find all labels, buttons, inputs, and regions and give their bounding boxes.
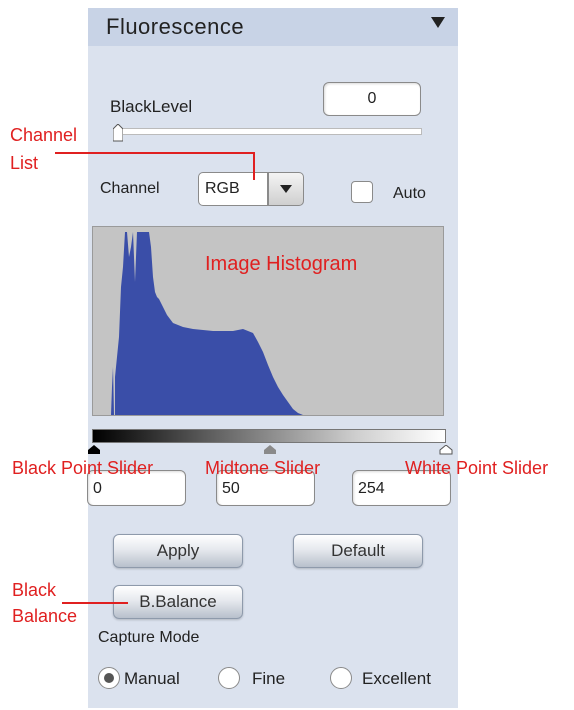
collapse-arrow-icon[interactable] — [431, 17, 445, 28]
panel-title: Fluorescence — [106, 14, 245, 39]
annotation-line-balance — [62, 602, 128, 604]
black-balance-button[interactable]: B.Balance — [113, 585, 243, 619]
channel-label: Channel — [100, 180, 160, 197]
black-level-input[interactable]: 0 — [323, 82, 421, 116]
annotation-black-point-slider: Black Point Slider — [12, 458, 154, 478]
auto-checkbox[interactable] — [351, 181, 373, 203]
channel-dropdown-button[interactable] — [268, 172, 304, 206]
annotation-image-histogram: Image Histogram — [205, 253, 358, 275]
annotation-channel-list-line2: List — [10, 153, 39, 173]
black-level-label: BlackLevel — [110, 97, 193, 116]
annotation-line-channel-v — [253, 152, 255, 180]
annotation-black-balance-line2: Balance — [12, 606, 78, 626]
black-level-slider-track[interactable] — [120, 128, 422, 135]
auto-label: Auto — [393, 185, 426, 202]
capture-mode-fine-label: Fine — [252, 669, 286, 688]
capture-mode-manual-label: Manual — [124, 669, 180, 688]
annotation-line-channel-h — [55, 152, 255, 154]
white-point-slider[interactable] — [439, 445, 453, 455]
annotation-channel-list-line1: Channel — [10, 125, 78, 145]
channel-select-value: RGB — [205, 180, 240, 197]
annotation-white-point-slider: White Point Slider — [405, 458, 549, 478]
capture-mode-fine-radio[interactable] — [218, 667, 240, 689]
channel-select[interactable]: RGB — [198, 172, 268, 206]
black-level-slider-thumb[interactable] — [113, 124, 123, 142]
chevron-down-icon — [280, 185, 292, 193]
default-button[interactable]: Default — [293, 534, 423, 568]
capture-mode-label: Capture Mode — [98, 629, 200, 646]
capture-mode-excellent-radio[interactable] — [330, 667, 352, 689]
capture-mode-manual-radio[interactable] — [98, 667, 120, 689]
capture-mode-excellent-label: Excellent — [362, 669, 431, 688]
apply-button[interactable]: Apply — [113, 534, 243, 568]
midtone-slider[interactable] — [263, 445, 277, 455]
annotation-midtone-slider: Midtone Slider — [205, 458, 321, 478]
annotation-black-balance-line1: Black — [12, 580, 57, 600]
black-point-slider[interactable] — [87, 445, 101, 455]
levels-gradient-bar — [92, 429, 446, 443]
